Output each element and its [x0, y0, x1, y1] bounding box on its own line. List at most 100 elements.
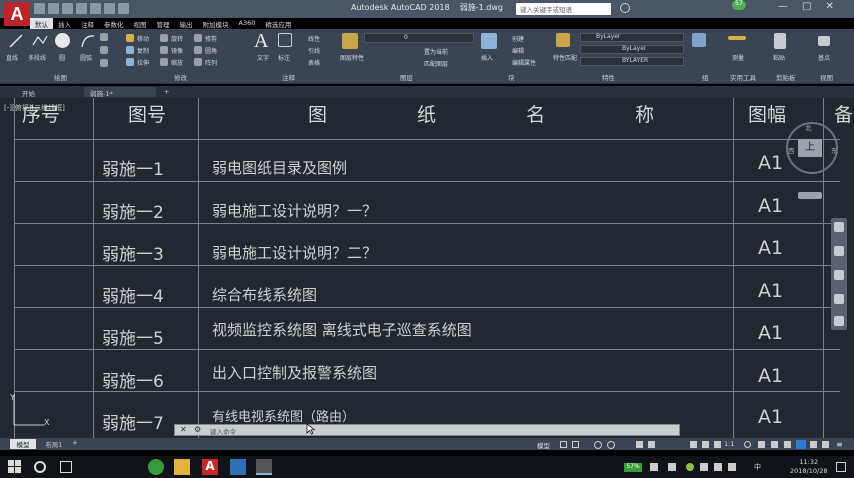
active-app-taskbar-icon[interactable]	[256, 459, 272, 475]
hatch-icon[interactable]	[100, 46, 108, 54]
line-button[interactable]: 直线	[6, 53, 18, 62]
transparency-icon[interactable]	[690, 441, 697, 448]
orbit-icon[interactable]	[834, 294, 844, 304]
fillet-icon[interactable]	[194, 46, 202, 54]
line-icon[interactable]	[8, 33, 24, 49]
lineweight-icon[interactable]	[648, 441, 655, 448]
tray-icon[interactable]	[700, 463, 708, 471]
stretch-icon[interactable]	[126, 58, 134, 66]
layer-dropdown[interactable]	[364, 33, 474, 43]
tab-layout1[interactable]: 布局1	[40, 439, 68, 449]
hardware-acceleration-icon[interactable]	[796, 440, 806, 449]
wcs-menu[interactable]	[798, 192, 822, 199]
viewcube-top-face[interactable]: 上	[798, 139, 822, 157]
browser-360-icon[interactable]	[148, 459, 164, 475]
snap-icon[interactable]	[572, 441, 579, 448]
paste-icon[interactable]	[774, 33, 786, 49]
selection-cycling-icon[interactable]	[702, 441, 709, 448]
workspace-gear-icon[interactable]	[744, 441, 751, 448]
input-method-indicator[interactable]: 中	[754, 462, 761, 472]
base-view-icon[interactable]	[818, 36, 830, 46]
units-icon[interactable]	[771, 441, 778, 448]
minimize-button[interactable]: —	[778, 1, 788, 12]
arc-button[interactable]: 圆弧	[80, 53, 92, 62]
tray-icon[interactable]	[650, 463, 658, 471]
task-view-icon[interactable]	[60, 461, 72, 473]
rotate-button[interactable]: 旋转	[171, 34, 183, 43]
doc-tab-active[interactable]: 弱施-1*	[84, 87, 156, 98]
array-button[interactable]: 阵列	[205, 58, 217, 67]
customize-command-line-icon[interactable]: ⚙	[194, 425, 201, 434]
isodraft-icon[interactable]	[607, 441, 615, 449]
osnap-icon[interactable]	[636, 441, 643, 448]
system-clock[interactable]: 11:32 2018/10/28	[790, 458, 827, 476]
polyline-button[interactable]: 多段线	[28, 53, 46, 62]
file-explorer-icon[interactable]	[174, 459, 190, 475]
gradient-icon[interactable]	[100, 59, 108, 67]
insert-block-icon[interactable]	[481, 33, 497, 49]
model-space-button[interactable]: 模型	[537, 440, 550, 450]
copy-button[interactable]: 复制	[137, 46, 149, 55]
quick-properties-icon[interactable]	[784, 441, 791, 448]
zoom-extents-icon[interactable]	[834, 270, 844, 280]
group-icon[interactable]	[692, 33, 706, 47]
move-icon[interactable]	[126, 34, 134, 42]
leader-button[interactable]: 引线	[308, 46, 320, 55]
app-taskbar-icon[interactable]	[230, 459, 246, 475]
close-button[interactable]: ✕	[825, 1, 833, 12]
annotation-visibility-icon[interactable]	[714, 441, 721, 448]
clean-screen-icon[interactable]	[822, 441, 829, 448]
layer-properties-icon[interactable]	[342, 33, 358, 49]
fillet-button[interactable]: 圆角	[205, 46, 217, 55]
customization-menu-icon[interactable]: ≡	[836, 440, 843, 449]
move-button[interactable]: 移动	[137, 34, 149, 43]
windows-start-icon[interactable]	[8, 460, 22, 474]
stretch-button[interactable]: 拉伸	[137, 58, 149, 67]
circle-button[interactable]: 圆	[59, 53, 65, 62]
tray-icon[interactable]	[668, 463, 676, 471]
scale-button[interactable]: 缩放	[171, 58, 183, 67]
array-icon[interactable]	[194, 58, 202, 66]
rotate-icon[interactable]	[160, 34, 168, 42]
tab-model[interactable]: 模型	[10, 439, 36, 449]
insert-button[interactable]: 插入	[481, 53, 493, 62]
mirror-icon[interactable]	[160, 46, 168, 54]
arc-icon[interactable]	[80, 33, 96, 49]
sign-in-icon[interactable]	[620, 3, 630, 13]
create-block-button[interactable]: 创建	[512, 34, 524, 43]
circle-icon[interactable]	[55, 33, 70, 48]
measure-button[interactable]: 测量	[732, 53, 744, 62]
command-input[interactable]: 键入命令	[210, 426, 236, 436]
polar-tracking-icon[interactable]	[594, 441, 602, 449]
cortana-search-icon[interactable]	[34, 461, 46, 473]
annotation-monitor-icon[interactable]	[758, 441, 765, 448]
edit-attributes-button[interactable]: 编辑属性	[512, 58, 536, 67]
volume-icon[interactable]	[728, 463, 736, 471]
dimension-icon[interactable]	[278, 33, 292, 47]
autocad-taskbar-icon[interactable]: A	[202, 459, 218, 475]
scale-icon[interactable]	[160, 58, 168, 66]
table-button[interactable]: 表格	[308, 58, 320, 67]
match-properties-icon[interactable]	[556, 33, 570, 47]
text-button[interactable]: 文字	[257, 53, 269, 62]
showmotion-icon[interactable]	[834, 316, 844, 326]
notification-center-icon[interactable]	[836, 462, 846, 472]
isolate-objects-icon[interactable]	[810, 441, 817, 448]
measure-icon[interactable]	[728, 36, 746, 40]
make-current-button[interactable]: 置为当前	[424, 47, 448, 56]
base-view-button[interactable]: 基点	[818, 53, 830, 62]
close-command-line-icon[interactable]: ✕	[180, 425, 187, 434]
trim-button[interactable]: 修剪	[205, 34, 217, 43]
dimension-button[interactable]: 标注	[278, 53, 290, 62]
polyline-icon[interactable]	[32, 33, 48, 49]
maximize-button[interactable]: □	[802, 1, 811, 12]
battery-indicator[interactable]: 57%	[624, 463, 642, 472]
annotation-scale[interactable]: 1:1	[724, 440, 734, 448]
edit-block-button[interactable]: 编辑	[512, 46, 524, 55]
grid-icon[interactable]	[560, 441, 567, 448]
copy-icon[interactable]	[126, 46, 134, 54]
match-properties-button[interactable]: 特性匹配	[553, 53, 577, 62]
viewcube-north[interactable]: 北	[805, 122, 812, 132]
trim-icon[interactable]	[194, 34, 202, 42]
pan-icon[interactable]	[834, 246, 844, 256]
